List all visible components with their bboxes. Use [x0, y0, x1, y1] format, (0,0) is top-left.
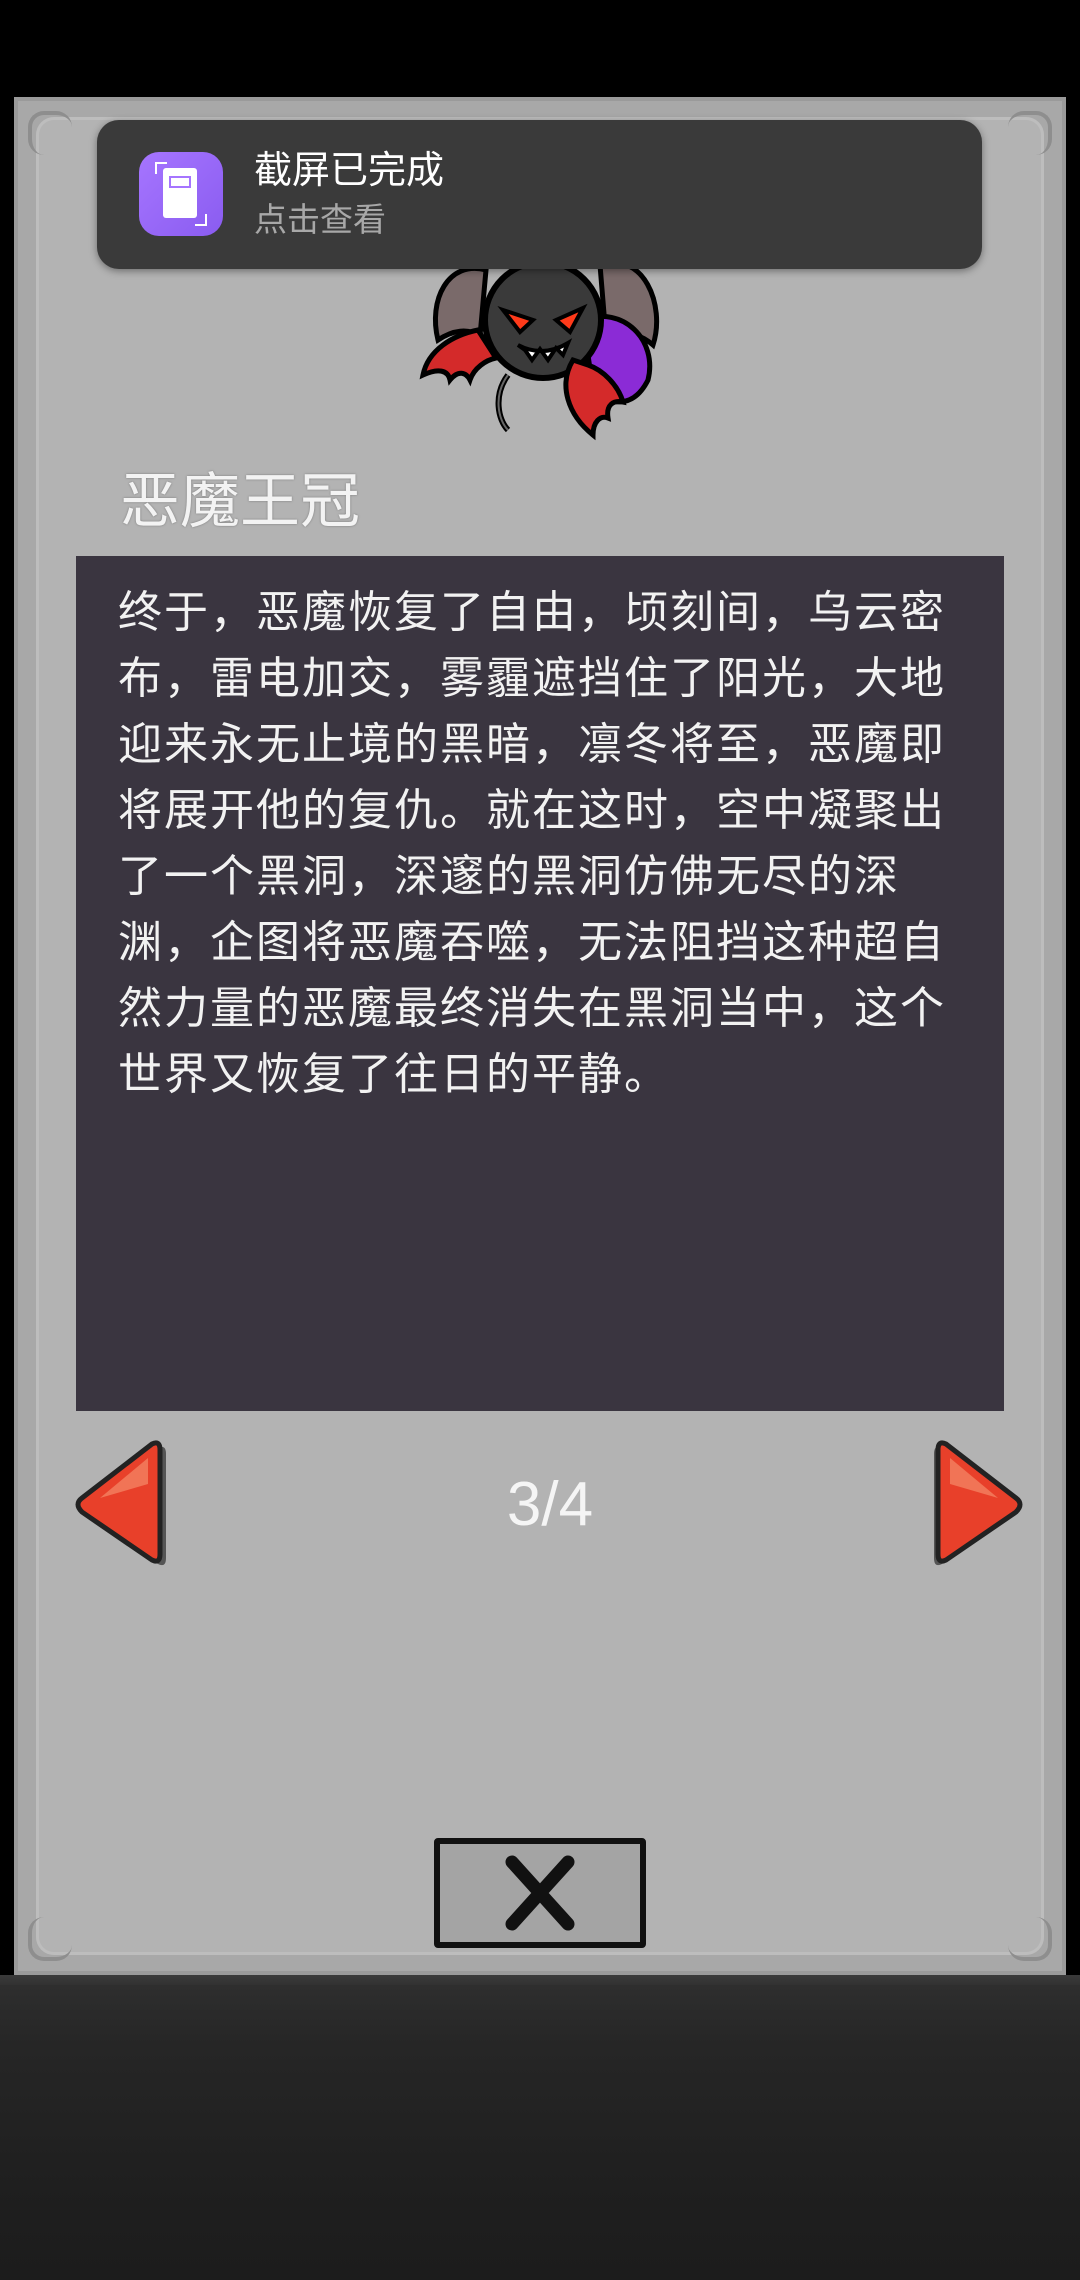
notification-title: 截屏已完成 — [254, 148, 445, 192]
screenshot-icon — [139, 152, 223, 236]
screenshot-notification[interactable]: 截屏已完成 点击查看 — [97, 120, 982, 269]
panel-corner — [28, 1917, 72, 1961]
game-screen: 截屏已完成 点击查看 恶魔王冠 终于，恶魔恢复了自由，顷刻间，乌云密布，雷电加交… — [0, 0, 1080, 2280]
floor-background — [0, 1985, 1080, 2280]
panel-corner — [28, 111, 72, 155]
close-icon — [505, 1855, 575, 1931]
panel-corner — [1008, 1917, 1052, 1961]
arrow-right-icon[interactable] — [928, 1440, 1028, 1570]
description-box: 终于，恶魔恢复了自由，顷刻间，乌云密布，雷电加交，雾霾遮挡住了阳光，大地迎来永无… — [76, 556, 1004, 1411]
item-title: 恶魔王冠 — [120, 467, 360, 537]
page-indicator: 3/4 — [506, 1470, 594, 1539]
notification-subtitle: 点击查看 — [254, 200, 386, 239]
item-description: 终于，恶魔恢复了自由，顷刻间，乌云密布，雷电加交，雾霾遮挡住了阳光，大地迎来永无… — [118, 587, 946, 1100]
close-button[interactable] — [434, 1838, 646, 1948]
panel-corner — [1008, 111, 1052, 155]
arrow-left-icon[interactable] — [70, 1440, 170, 1570]
